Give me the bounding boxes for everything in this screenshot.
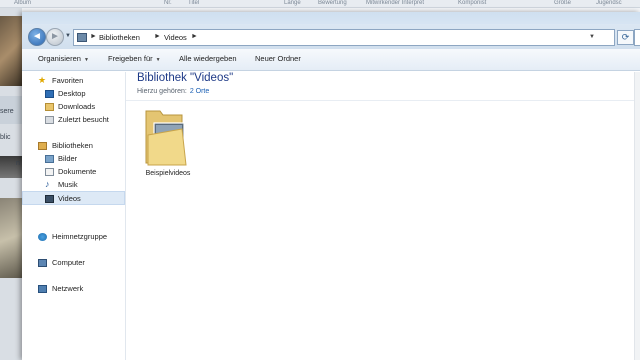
- recent-places-icon: [45, 116, 54, 124]
- folder-icon: [145, 110, 187, 166]
- sidebar-item-computer[interactable]: Computer: [22, 256, 125, 270]
- music-note-icon: ♪: [45, 179, 50, 189]
- new-folder-button[interactable]: Neuer Ordner: [255, 54, 301, 63]
- breadcrumb-videos[interactable]: Videos: [164, 33, 187, 42]
- navigation-pane: ★ Favoriten Desktop Downloads Zuletzt be…: [22, 72, 126, 360]
- sidebar-item-label: Downloads: [58, 102, 96, 111]
- sidebar-item-label: Computer: [52, 258, 85, 267]
- vertical-scrollbar[interactable]: [634, 72, 640, 360]
- network-icon: [38, 285, 47, 293]
- explorer-window: ◄ ► ▼ ► Bibliotheken ► Videos ► ▼ ⟳ Orga…: [22, 12, 640, 360]
- folder-item-beispielvideos[interactable]: Beispielvideos: [140, 105, 196, 189]
- sidebar-item-label: Videos: [58, 194, 81, 203]
- forward-button[interactable]: ►: [46, 28, 64, 46]
- library-includes: Hierzu gehören: 2 Orte: [137, 88, 209, 95]
- column-parental-rating[interactable]: Jugendsc: [596, 0, 640, 7]
- includes-locations-link[interactable]: 2 Orte: [190, 88, 209, 95]
- sidebar-item-label: Musik: [58, 180, 78, 189]
- column-length[interactable]: Länge: [284, 0, 318, 7]
- sidebar-item-homegroup[interactable]: Heimnetzgruppe: [22, 230, 125, 244]
- sidebar-item-label: Bilder: [58, 154, 78, 163]
- sidebar-item-downloads[interactable]: Downloads: [22, 100, 125, 114]
- sidebar-item-desktop[interactable]: Desktop: [22, 87, 125, 101]
- sidebar-item-label: Zuletzt besucht: [58, 115, 109, 124]
- sidebar-item-recent[interactable]: Zuletzt besucht: [22, 113, 125, 127]
- includes-label: Hierzu gehören:: [137, 88, 187, 95]
- sidebar-item-label: Netzwerk: [52, 284, 84, 293]
- back-arrow-icon: ◄: [32, 31, 42, 42]
- downloads-folder-icon: [45, 103, 54, 111]
- command-bar: Organisieren ▼ Freigeben für ▼ Alle wieder…: [22, 49, 640, 71]
- share-with-button[interactable]: Freigeben für ▼: [108, 54, 161, 63]
- column-number[interactable]: Nr.: [164, 0, 188, 7]
- column-album[interactable]: Album: [0, 0, 92, 7]
- column-size[interactable]: Größe: [554, 0, 596, 7]
- pictures-icon: [45, 155, 54, 163]
- column-blank-2[interactable]: [238, 0, 284, 7]
- library-title: Bibliothek "Videos": [137, 72, 234, 84]
- background-text-fragment: sere: [0, 108, 14, 115]
- sidebar-item-music[interactable]: ♪ Musik: [22, 178, 125, 192]
- folder-label: Beispielvideos: [145, 170, 191, 177]
- sidebar-item-network[interactable]: Netzwerk: [22, 282, 125, 296]
- sidebar-item-libraries[interactable]: Bibliotheken: [22, 139, 125, 153]
- column-blank[interactable]: [92, 0, 164, 7]
- column-title[interactable]: Titel: [188, 0, 238, 7]
- play-all-button[interactable]: Alle wiedergeben: [179, 54, 237, 63]
- star-icon: ★: [38, 75, 47, 85]
- sidebar-item-pictures[interactable]: Bilder: [22, 152, 125, 166]
- address-history-dropdown[interactable]: ▼: [589, 34, 595, 40]
- sidebar-item-documents[interactable]: Dokumente: [22, 165, 125, 179]
- computer-icon: [38, 259, 47, 267]
- refresh-button[interactable]: ⟳: [617, 30, 634, 45]
- sidebar-item-videos[interactable]: Videos: [22, 191, 125, 205]
- organize-button[interactable]: Organisieren ▼: [38, 54, 89, 63]
- column-contributing-artist[interactable]: Mitwirkender Interpret: [366, 0, 458, 7]
- back-button[interactable]: ◄: [28, 28, 46, 46]
- videos-icon: [45, 195, 54, 203]
- address-bar[interactable]: ► Bibliotheken ► Videos ► ▼: [73, 29, 615, 46]
- background-text-fragment: n: [16, 160, 20, 167]
- sidebar-item-label: Dokumente: [58, 167, 97, 176]
- sidebar-item-label: Bibliotheken: [52, 141, 93, 150]
- breadcrumb-libraries[interactable]: Bibliotheken: [99, 33, 140, 42]
- recent-pages-dropdown[interactable]: ▼: [65, 33, 71, 39]
- background-text-fragment: blic: [0, 134, 11, 141]
- share-with-label: Freigeben für: [108, 54, 153, 63]
- album-art-thumbnail: [0, 198, 22, 278]
- documents-icon: [45, 168, 54, 176]
- library-icon: [38, 142, 47, 150]
- breadcrumb-separator[interactable]: ►: [191, 33, 198, 40]
- organize-label: Organisieren: [38, 54, 81, 63]
- desktop-icon: [45, 90, 54, 98]
- forward-arrow-icon: ►: [50, 31, 60, 42]
- content-divider: [126, 100, 640, 101]
- album-art-strip: [0, 8, 22, 360]
- chevron-down-icon: ▼: [155, 57, 161, 63]
- chevron-down-icon: ▼: [83, 57, 89, 63]
- column-rating[interactable]: Bewertung: [318, 0, 366, 7]
- breadcrumb-separator[interactable]: ►: [154, 33, 161, 40]
- sidebar-item-favorites[interactable]: ★ Favoriten: [22, 74, 125, 88]
- address-folder-icon: [77, 33, 87, 42]
- media-player-column-header: Album Nr. Titel Länge Bewertung Mitwirke…: [0, 0, 640, 8]
- breadcrumb-separator[interactable]: ►: [90, 33, 97, 40]
- refresh-icon: ⟳: [621, 32, 630, 42]
- homegroup-icon: [38, 233, 47, 241]
- search-input[interactable]: [634, 29, 640, 46]
- sidebar-item-label: Favoriten: [52, 76, 84, 85]
- album-art-thumbnail: [0, 16, 22, 86]
- column-composer[interactable]: Komponist: [458, 0, 554, 7]
- sidebar-item-label: Desktop: [58, 89, 86, 98]
- sidebar-item-label: Heimnetzgruppe: [52, 232, 108, 241]
